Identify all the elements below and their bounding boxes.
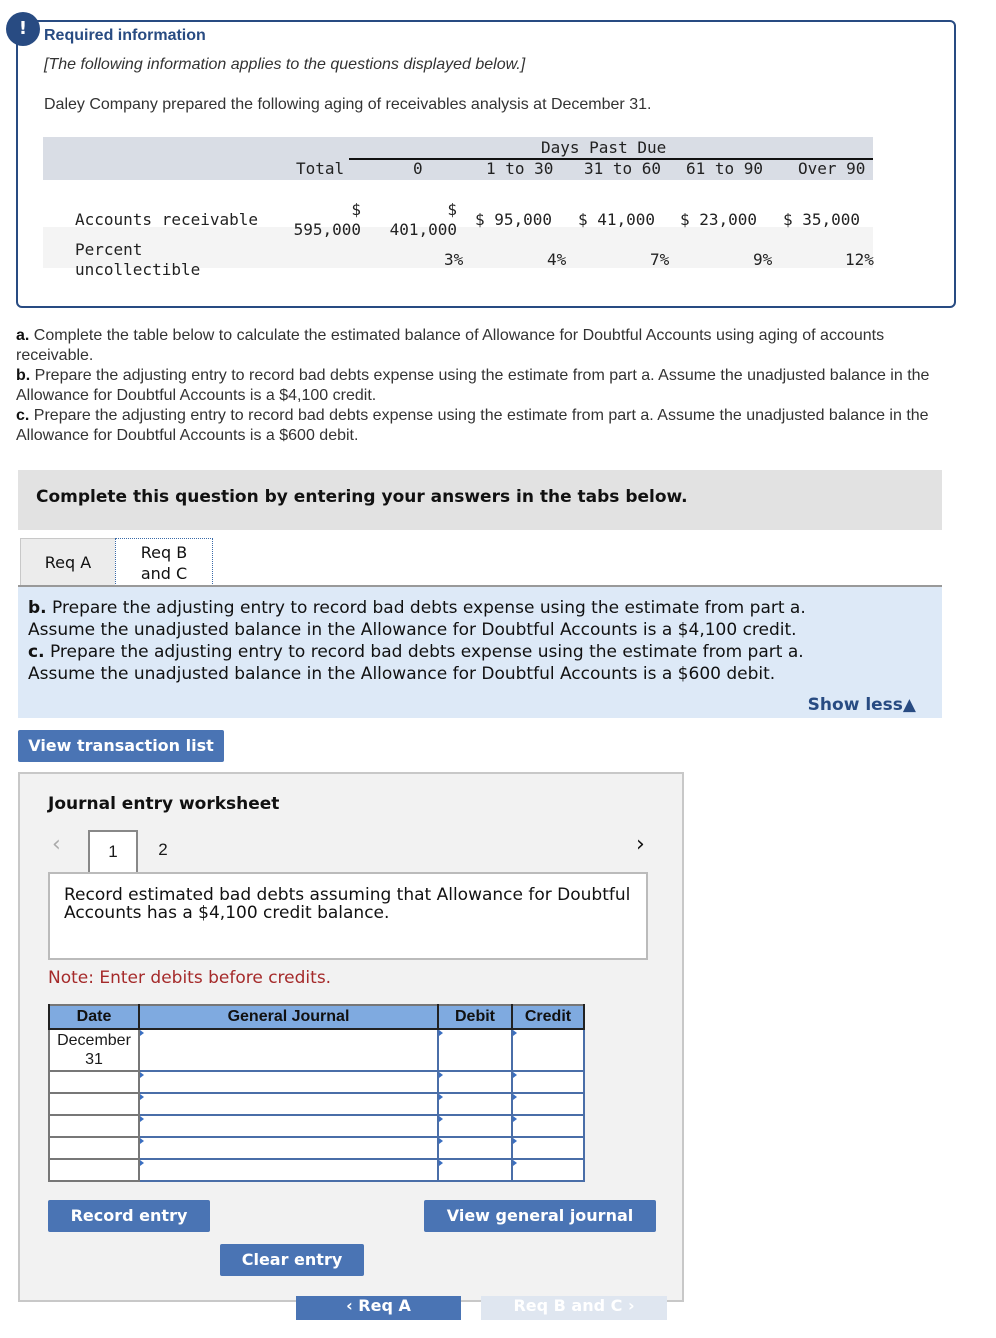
debit-input[interactable] — [437, 1070, 513, 1094]
ar-1-30: $ 95,000 — [475, 210, 553, 229]
next-req-b-and-c-button: Req B and C › — [481, 1296, 667, 1320]
pct-31-60: 7% — [650, 250, 670, 269]
account-input[interactable] — [138, 1136, 439, 1160]
tab-req-b-and-c[interactable]: Req B and C — [115, 538, 213, 586]
q-c-text: Prepare the adjusting entry to record ba… — [16, 407, 929, 444]
instr-b-label: b. — [28, 598, 47, 618]
instr-c-label: c. — [28, 642, 45, 662]
clear-entry-button[interactable]: Clear entry — [220, 1244, 364, 1276]
date-cell — [48, 1070, 140, 1094]
worksheet-title: Journal entry worksheet — [48, 794, 280, 814]
credit-input[interactable] — [511, 1114, 585, 1138]
instr-b-line1: Prepare the adjusting entry to record ba… — [46, 598, 806, 618]
complete-banner: Complete this question by entering your … — [18, 470, 942, 530]
ar-0: $ 401,000 — [389, 200, 457, 239]
days-past-due-header: Days Past Due — [541, 138, 667, 157]
record-entry-button[interactable]: Record entry — [48, 1200, 210, 1232]
debit-input[interactable] — [437, 1136, 513, 1160]
date-cell — [48, 1136, 140, 1160]
view-transaction-list-button[interactable]: View transaction list — [18, 730, 224, 762]
pct-1-30: 4% — [547, 250, 567, 269]
col-0: 0 — [413, 159, 423, 178]
alert-icon: ! — [6, 12, 40, 46]
instr-c-line2: Assume the unadjusted balance in the All… — [28, 664, 776, 684]
aging-header-row — [43, 137, 873, 157]
q-a-text: Complete the table below to calculate th… — [16, 327, 885, 364]
credit-input[interactable] — [511, 1070, 585, 1094]
q-a-label: a. — [16, 327, 30, 344]
row-label-pct: Percent uncollectible — [75, 240, 201, 279]
complete-banner-text: Complete this question by entering your … — [36, 487, 688, 507]
debit-input[interactable] — [437, 1028, 513, 1072]
q-c-label: c. — [16, 407, 30, 424]
col-total: Total — [296, 159, 345, 178]
debit-input[interactable] — [437, 1092, 513, 1116]
col-over-90: Over 90 — [798, 159, 866, 178]
tab-req-a[interactable]: Req A — [20, 538, 116, 586]
date-cell — [48, 1092, 140, 1116]
row-label-ar: Accounts receivable — [75, 210, 259, 229]
account-input[interactable] — [138, 1070, 439, 1094]
header-credit: Credit — [511, 1005, 585, 1030]
account-input[interactable] — [138, 1092, 439, 1116]
tab-req-b-line1: Req B — [140, 543, 188, 562]
credit-input[interactable] — [511, 1136, 585, 1160]
instructions-panel: b. Prepare the adjusting entry to record… — [18, 587, 942, 718]
table-row — [48, 1158, 585, 1182]
header-debit: Debit — [437, 1005, 513, 1030]
pct-0: 3% — [444, 250, 464, 269]
header-general-journal: General Journal — [138, 1005, 439, 1030]
debit-input[interactable] — [437, 1158, 513, 1182]
credit-input[interactable] — [511, 1158, 585, 1182]
view-general-journal-button[interactable]: View general journal — [424, 1200, 656, 1232]
instr-c-line1: Prepare the adjusting entry to record ba… — [44, 642, 804, 662]
header-date: Date — [48, 1005, 140, 1030]
col-31-60: 31 to 60 — [584, 159, 662, 178]
table-row — [48, 1070, 585, 1094]
worksheet-page-2[interactable]: 2 — [138, 830, 188, 874]
prev-req-a-button[interactable]: ‹ Req A — [296, 1296, 461, 1320]
col-61-90: 61 to 90 — [686, 159, 764, 178]
show-less-link[interactable]: Show less▲ — [808, 695, 916, 715]
journal-entry-worksheet: Journal entry worksheet ‹ 1 2 › Record e… — [18, 772, 684, 1302]
required-info-title: Required information — [44, 27, 206, 44]
account-input[interactable] — [138, 1158, 439, 1182]
debit-input[interactable] — [437, 1114, 513, 1138]
tab-req-b-line2: and C — [140, 564, 188, 583]
date-cell — [48, 1114, 140, 1138]
transaction-description: Record estimated bad debts assuming that… — [48, 872, 648, 960]
ar-31-60: $ 41,000 — [578, 210, 656, 229]
pct-over-90: 12% — [845, 250, 874, 269]
col-1-30: 1 to 30 — [486, 159, 554, 178]
ar-61-90: $ 23,000 — [680, 210, 758, 229]
required-info-note: [The following information applies to th… — [44, 56, 526, 73]
table-row — [48, 1114, 585, 1138]
q-b-text: Prepare the adjusting entry to record ba… — [16, 367, 930, 404]
ar-total: $ 595,000 — [293, 200, 361, 239]
date-cell: December 31 — [48, 1028, 140, 1072]
credit-input[interactable] — [511, 1092, 585, 1116]
date-cell — [48, 1158, 140, 1182]
credit-input[interactable] — [511, 1028, 585, 1072]
chevron-left-icon[interactable]: ‹ — [52, 832, 61, 857]
table-row — [48, 1092, 585, 1116]
table-row — [48, 1136, 585, 1160]
account-input[interactable] — [138, 1028, 439, 1072]
pct-61-90: 9% — [753, 250, 773, 269]
journal-table: Date General Journal Debit Credit Decemb… — [48, 1004, 585, 1182]
ar-over-90: $ 35,000 — [783, 210, 861, 229]
debits-note: Note: Enter debits before credits. — [48, 968, 332, 988]
table-row: December 31 — [48, 1028, 585, 1072]
required-info-intro: Daley Company prepared the following agi… — [44, 96, 652, 113]
chevron-right-icon[interactable]: › — [636, 832, 645, 857]
instr-b-line2: Assume the unadjusted balance in the All… — [28, 620, 797, 640]
q-b-label: b. — [16, 367, 31, 384]
worksheet-page-1[interactable]: 1 — [88, 830, 138, 874]
account-input[interactable] — [138, 1114, 439, 1138]
question-text: a. Complete the table below to calculate… — [16, 326, 936, 446]
